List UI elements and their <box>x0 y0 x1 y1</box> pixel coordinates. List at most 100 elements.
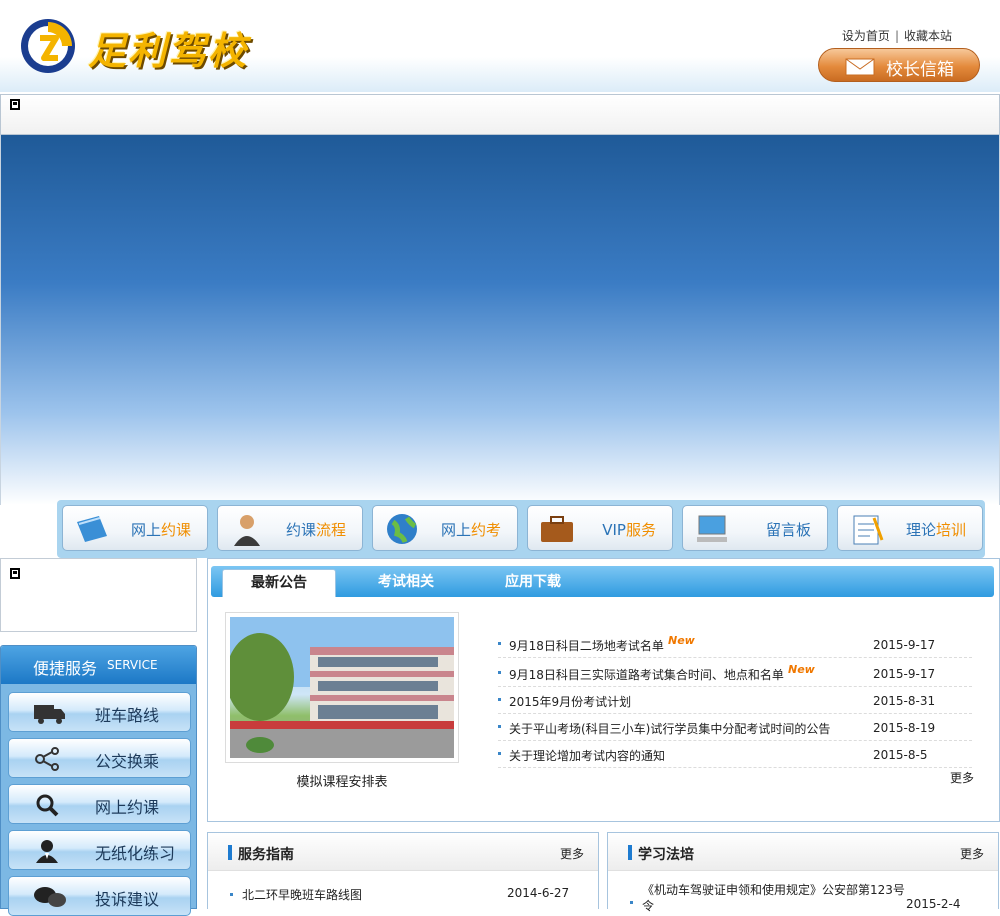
news-panel: 最新公告 考试相关 应用下载 模拟课程安排表 9月18日科目二场地考试名单 Ne… <box>207 558 1000 822</box>
principal-mailbox-button[interactable]: 校长信箱 <box>818 48 980 82</box>
plugin-placeholder-left <box>0 558 197 632</box>
service-label: 公交换乘 <box>95 752 160 771</box>
service-panel: 便捷服务 SERVICE 班车路线 公交换乘 网上约课 无纸化练习 投诉建议 <box>0 645 197 916</box>
law-study-panel: 学习法培 更多 《机动车驾驶证申领和使用规定》公安部第123号令 2015-2-… <box>607 832 999 913</box>
service-panel-header: 便捷服务 SERVICE <box>1 646 196 684</box>
chat-icon <box>34 887 66 907</box>
bullet-icon <box>498 698 501 701</box>
service-online-booking-button[interactable]: 网上约课 <box>8 784 191 824</box>
law-study-header: 学习法培 更多 <box>608 833 998 871</box>
notepad-icon <box>853 515 884 545</box>
quick-nav-vip-service[interactable]: VIP服务 <box>527 505 673 551</box>
globe-icon <box>387 514 417 544</box>
plugin-missing-icon <box>10 99 20 110</box>
computer-icon <box>697 515 727 542</box>
new-badge: New <box>668 634 695 647</box>
quick-nav-label: 约课流程 <box>285 521 346 539</box>
service-complaints-button[interactable]: 投诉建议 <box>8 876 191 916</box>
bullet-icon <box>498 752 501 755</box>
briefcase-icon <box>541 516 573 542</box>
hero-banner <box>0 135 1000 505</box>
news-title[interactable]: 2015年9月份考试计划 <box>509 693 631 710</box>
truck-icon <box>34 705 65 724</box>
news-title[interactable]: 9月18日科目二场地考试名单 <box>509 637 664 654</box>
service-bus-transfer-button[interactable]: 公交换乘 <box>8 738 191 778</box>
tab-app-download[interactable]: 应用下载 <box>476 569 590 597</box>
new-badge: New <box>788 663 815 676</box>
bullet-icon <box>630 901 633 904</box>
quick-nav-online-booking[interactable]: 网上约课 <box>62 505 208 551</box>
plugin-missing-icon <box>10 568 20 579</box>
tab-exam-related[interactable]: 考试相关 <box>349 569 463 597</box>
service-label: 网上约课 <box>95 798 160 817</box>
set-home-link[interactable]: 设为首页 <box>842 29 890 43</box>
quick-nav-message-board[interactable]: 留言板 <box>682 505 828 551</box>
news-more-link[interactable]: 更多 <box>950 769 974 786</box>
quick-nav-online-exam[interactable]: 网上约考 <box>372 505 518 551</box>
link-separator: | <box>894 29 899 43</box>
site-logo[interactable]: 足利驾校 <box>18 14 258 76</box>
school-building-image <box>230 617 454 758</box>
news-item[interactable]: 2015年9月份考试计划 2015-8-31 <box>498 687 972 714</box>
bookmark-link[interactable]: 收藏本站 <box>904 29 952 43</box>
heading-marker <box>628 845 632 860</box>
news-date: 2015-8-19 <box>873 721 936 735</box>
bullet-icon <box>498 642 501 645</box>
service-guide-title: 服务指南 <box>238 847 294 863</box>
site-header: 足利驾校 设为首页 | 收藏本站 校长信箱 <box>0 0 1000 92</box>
book-icon <box>77 516 107 542</box>
law-study-more-link[interactable]: 更多 <box>960 845 984 862</box>
news-title[interactable]: 关于理论增加考试内容的通知 <box>509 747 665 764</box>
logo-text: 足利驾校 <box>88 28 249 73</box>
bullet-icon <box>498 725 501 728</box>
news-item[interactable]: 关于理论增加考试内容的通知 2015-8-5 <box>498 741 972 768</box>
quick-nav-label: 网上约考 <box>440 521 501 539</box>
service-paperless-practice-button[interactable]: 无纸化练习 <box>8 830 191 870</box>
news-tab-bar: 最新公告 考试相关 应用下载 <box>211 566 994 597</box>
photo-caption[interactable]: 模拟课程安排表 <box>225 771 459 790</box>
quick-nav-label: VIP服务 <box>602 521 656 539</box>
news-date: 2015-8-31 <box>873 694 936 708</box>
quick-nav-label: 理论培训 <box>905 521 966 539</box>
law-item-title[interactable]: 《机动车驾驶证申领和使用规定》公安部第123号令 <box>642 882 910 914</box>
service-shuttle-routes-button[interactable]: 班车路线 <box>8 692 191 732</box>
person-icon <box>234 515 260 546</box>
mailbox-label: 校长信箱 <box>886 60 954 80</box>
quick-nav-booking-process[interactable]: 约课流程 <box>217 505 363 551</box>
quick-nav-label: 留言板 <box>765 521 811 539</box>
news-photo[interactable] <box>225 612 459 763</box>
top-links: 设为首页 | 收藏本站 <box>842 27 952 44</box>
tab-latest-notices[interactable]: 最新公告 <box>222 569 336 597</box>
news-title[interactable]: 9月18日科目三实际道路考试集合时间、地点和名单 <box>509 666 784 683</box>
heading-marker <box>228 845 232 860</box>
person-icon <box>36 840 58 863</box>
guide-item-title[interactable]: 北二环早晚班车路线图 <box>242 886 362 903</box>
service-guide-header: 服务指南 更多 <box>208 833 598 871</box>
logo-mark-icon <box>21 19 75 73</box>
envelope-icon <box>845 58 875 76</box>
service-label: 班车路线 <box>95 706 160 725</box>
school-building-illustration <box>230 617 454 758</box>
news-item[interactable]: 关于平山考场(科目三小车)试行学员集中分配考试时间的公告 2015-8-19 <box>498 714 972 741</box>
news-date: 2015-9-17 <box>873 638 936 652</box>
news-date: 2015-9-17 <box>873 667 936 681</box>
news-date: 2015-8-5 <box>873 748 928 762</box>
plugin-placeholder-top <box>0 94 1000 135</box>
quick-nav-theory-training[interactable]: 理论培训 <box>837 505 983 551</box>
guide-item-date: 2014-6-27 <box>507 886 570 900</box>
service-label: 投诉建议 <box>95 890 160 909</box>
quick-nav-label: 网上约课 <box>130 521 191 539</box>
service-guide-more-link[interactable]: 更多 <box>560 845 584 862</box>
quick-nav: 网上约课 约课流程 网上约考 VIP服务 留言板 理论培训 <box>57 500 985 558</box>
law-study-title: 学习法培 <box>638 847 694 863</box>
bullet-icon <box>230 893 233 896</box>
service-guide-panel: 服务指南 更多 北二环早晚班车路线图 2014-6-27 <box>207 832 599 909</box>
service-subtitle: SERVICE <box>107 658 158 672</box>
service-title: 便捷服务 <box>33 659 98 678</box>
bullet-icon <box>498 671 501 674</box>
share-icon <box>35 747 59 771</box>
news-item[interactable]: 9月18日科目二场地考试名单 New 2015-9-17 <box>498 631 972 658</box>
news-title[interactable]: 关于平山考场(科目三小车)试行学员集中分配考试时间的公告 <box>509 720 830 737</box>
service-label: 无纸化练习 <box>95 844 176 863</box>
news-item[interactable]: 9月18日科目三实际道路考试集合时间、地点和名单 New 2015-9-17 <box>498 660 972 687</box>
